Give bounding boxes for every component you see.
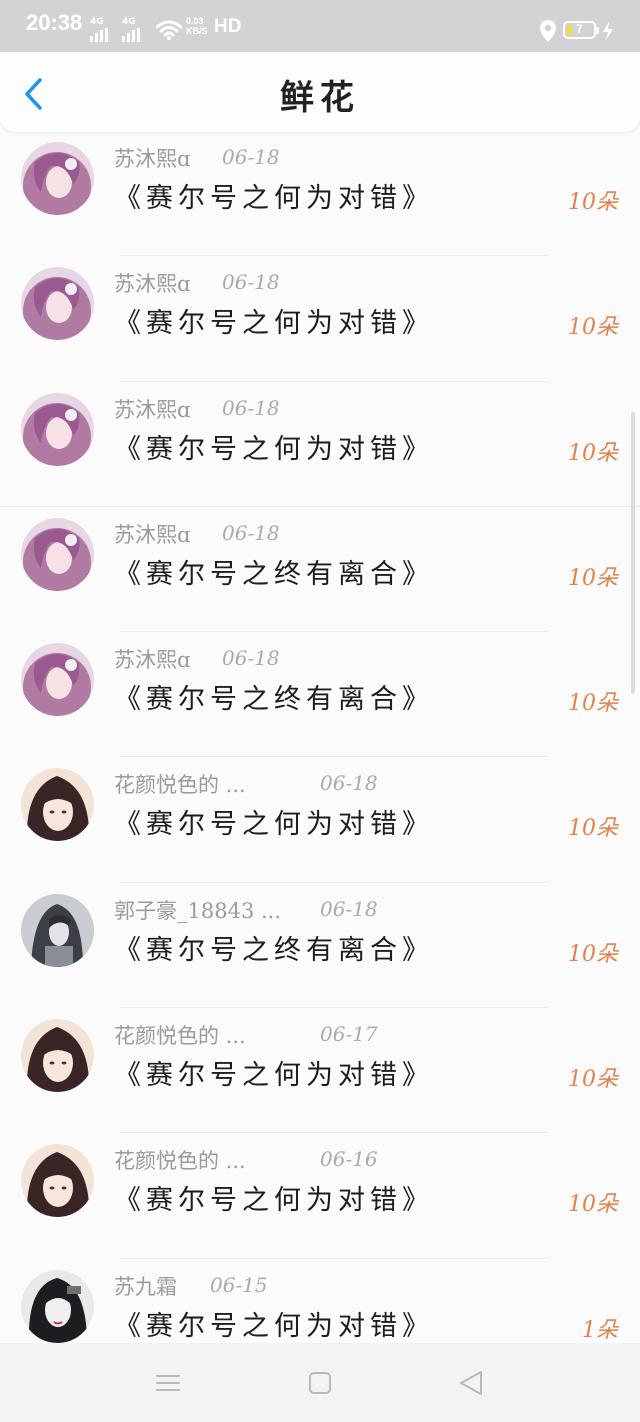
avatar[interactable] — [21, 1144, 94, 1218]
flower-count: 10朵 — [568, 941, 618, 967]
list-item[interactable]: 花颜悦色的 ... 06-17 《赛尔号之何为对错》 10朵 — [0, 1008, 640, 1134]
work-title[interactable]: 《赛尔号之何为对错》 — [114, 1053, 434, 1092]
list-item[interactable]: 苏沐熙ɑ 06-18 《赛尔号之何为对错》 10朵 — [0, 382, 640, 507]
gift-date: 06-18 — [320, 896, 378, 921]
list-item[interactable]: 苏沐熙ɑ 06-18 《赛尔号之终有离合》 10朵 — [0, 632, 640, 758]
list-item[interactable]: 苏沐熙ɑ 06-18 《赛尔号之何为对错》 10朵 — [0, 131, 640, 257]
gift-date: 06-15 — [210, 1272, 268, 1297]
gift-list: 苏沐熙ɑ 06-18 《赛尔号之何为对错》 10朵 苏沐熙ɑ 06-18 《赛尔… — [0, 131, 640, 1384]
list-item[interactable]: 郭子豪_18843 ... 06-18 《赛尔号之终有离合》 10朵 — [0, 883, 640, 1009]
menu-button[interactable] — [153, 1368, 183, 1398]
charging-icon — [603, 22, 613, 40]
username[interactable]: 苏沐熙ɑ — [114, 519, 190, 549]
username[interactable]: 苏沐熙ɑ — [114, 644, 190, 674]
net-speed-value: 0.03 — [186, 16, 204, 26]
avatar[interactable] — [21, 643, 94, 717]
gift-date: 06-18 — [222, 395, 280, 420]
flower-count: 10朵 — [568, 816, 618, 842]
username[interactable]: 苏沐熙ɑ — [114, 394, 190, 424]
flower-count: 10朵 — [568, 315, 618, 341]
work-title[interactable]: 《赛尔号之终有离合》 — [114, 677, 434, 716]
signal-icon — [122, 28, 140, 42]
home-button[interactable] — [305, 1368, 335, 1398]
work-title[interactable]: 《赛尔号之终有离合》 — [114, 928, 434, 967]
username[interactable]: 郭子豪_18843 ... — [114, 895, 281, 925]
system-nav-bar — [0, 1343, 640, 1422]
work-title[interactable]: 《赛尔号之何为对错》 — [114, 301, 434, 340]
back-triangle-icon — [460, 1371, 482, 1395]
list-item[interactable]: 花颜悦色的 ... 06-16 《赛尔号之何为对错》 10朵 — [0, 1133, 640, 1259]
flower-count: 10朵 — [568, 565, 618, 591]
flower-count: 10朵 — [568, 440, 618, 466]
username[interactable]: 苏沐熙ɑ — [114, 268, 190, 298]
avatar[interactable] — [21, 768, 94, 842]
avatar[interactable] — [21, 142, 94, 215]
work-title[interactable]: 《赛尔号之何为对错》 — [114, 427, 434, 466]
hd-label: HD — [214, 16, 242, 37]
header: 鲜花 — [0, 52, 640, 132]
work-title[interactable]: 《赛尔号之何为对错》 — [114, 1178, 434, 1217]
work-title[interactable]: 《赛尔号之何为对错》 — [114, 1304, 434, 1343]
gift-date: 06-16 — [320, 1147, 378, 1172]
scrollbar[interactable] — [631, 412, 635, 694]
list-item[interactable]: 花颜悦色的 ... 06-18 《赛尔号之何为对错》 10朵 — [0, 757, 640, 883]
back-nav-button[interactable] — [457, 1368, 487, 1398]
avatar[interactable] — [21, 1019, 94, 1093]
avatar[interactable] — [21, 1269, 94, 1343]
status-time: 20:38 — [26, 10, 83, 35]
flower-count: 10朵 — [568, 691, 618, 717]
signal-icon — [90, 28, 108, 42]
network-type-label-2: 4G — [122, 17, 136, 27]
status-bar: 20:38 4G 4G 0.03 KB/S HD 7 — [0, 0, 640, 52]
username[interactable]: 花颜悦色的 ... — [114, 1145, 246, 1175]
menu-icon — [156, 1375, 180, 1391]
avatar[interactable] — [21, 267, 94, 341]
username[interactable]: 花颜悦色的 ... — [114, 769, 246, 799]
list-item[interactable]: 苏沐熙ɑ 06-18 《赛尔号之终有离合》 10朵 — [0, 507, 640, 633]
list-item[interactable]: 苏沐熙ɑ 06-18 《赛尔号之何为对错》 10朵 — [0, 256, 640, 382]
battery-icon: 7 — [563, 21, 599, 39]
flower-count: 10朵 — [568, 1192, 618, 1218]
username[interactable]: 苏九霜 — [114, 1271, 177, 1301]
wifi-icon — [156, 20, 182, 40]
net-speed: 0.03 KB/S — [186, 16, 208, 36]
net-speed-unit: KB/S — [186, 26, 208, 36]
flower-count: 10朵 — [568, 190, 618, 215]
flower-count: 10朵 — [568, 1067, 618, 1093]
home-icon — [309, 1372, 331, 1394]
gift-date: 06-18 — [320, 771, 378, 796]
work-title[interactable]: 《赛尔号之何为对错》 — [114, 176, 434, 215]
gift-date: 06-18 — [222, 520, 280, 545]
avatar[interactable] — [21, 392, 94, 466]
work-title[interactable]: 《赛尔号之何为对错》 — [114, 802, 434, 841]
flower-count: 1朵 — [582, 1317, 618, 1343]
work-title[interactable]: 《赛尔号之终有离合》 — [114, 552, 434, 591]
avatar[interactable] — [21, 893, 94, 967]
gift-date: 06-18 — [222, 145, 280, 169]
avatar[interactable] — [21, 517, 94, 591]
username[interactable]: 苏沐熙ɑ — [114, 143, 190, 173]
location-icon — [540, 20, 556, 42]
gift-date: 06-18 — [222, 270, 280, 295]
network-type-label-1: 4G — [90, 17, 104, 27]
gift-date: 06-17 — [320, 1022, 378, 1047]
page-title: 鲜花 — [280, 78, 360, 118]
battery-level: 7 — [576, 22, 583, 36]
username[interactable]: 花颜悦色的 ... — [114, 1020, 246, 1050]
gift-date: 06-18 — [222, 646, 280, 671]
